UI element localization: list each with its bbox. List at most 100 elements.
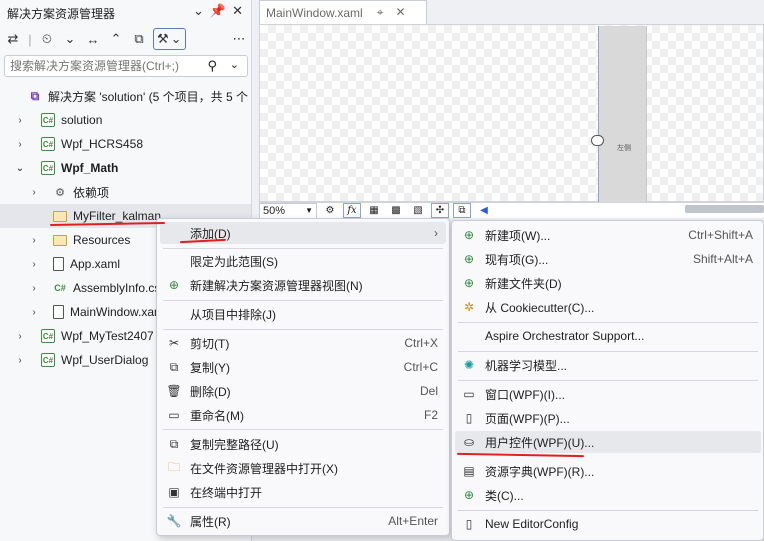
menu-item-open-in-terminal[interactable]: ▣ 在终端中打开 <box>160 481 446 503</box>
search-input[interactable] <box>10 59 200 73</box>
snap-grid-icon[interactable]: ▩ <box>387 203 405 218</box>
expand-icon[interactable]: › <box>13 355 27 366</box>
submenu-item-page-wpf[interactable]: ▯ 页面(WPF)(P)... <box>455 407 761 429</box>
tree-item-solution[interactable]: › C# solution <box>0 108 251 132</box>
expand-icon[interactable]: › <box>27 283 41 294</box>
search-options-icon[interactable]: ⌄ <box>230 58 239 71</box>
open-folder-icon: 🗀 <box>167 459 180 474</box>
link-handle-icon[interactable] <box>591 135 604 146</box>
device-icon[interactable]: ⧉ <box>453 203 471 218</box>
submenu-item-editorconfig[interactable]: ▯ New EditorConfig <box>455 513 761 535</box>
search-icon[interactable]: ⚲ <box>207 58 217 74</box>
pin-icon[interactable]: ⌖ <box>377 5 384 20</box>
scroll-left-icon[interactable]: ◀ <box>475 203 493 218</box>
submenu-item-existing-item[interactable]: ⊕ 现有项(G)... Shift+Alt+A <box>455 248 761 270</box>
expand-icon[interactable]: › <box>27 187 41 198</box>
trash-icon: 🗑 <box>166 384 182 398</box>
menu-item-cut[interactable]: ✂ 剪切(T) Ctrl+X <box>160 332 446 354</box>
collapse-all-icon[interactable]: ⌃ <box>107 31 125 47</box>
tree-item-dependencies[interactable]: › ⚙ 依赖项 <box>0 180 251 204</box>
expand-icon[interactable]: › <box>27 307 41 318</box>
grid-icon[interactable]: ▦ <box>365 203 383 218</box>
history-icon[interactable]: ⏲ <box>38 31 56 47</box>
panel-label: 左侧 <box>617 145 631 152</box>
submenu-item-new-item[interactable]: ⊕ 新建项(W)... Ctrl+Shift+A <box>455 224 761 246</box>
tree-item-solution-root[interactable]: ⧉ 解决方案 'solution' (5 个项目，共 5 个 <box>0 84 251 108</box>
menu-item-scope[interactable]: 限定为此范围(S) <box>160 250 446 272</box>
ml-model-icon: ✺ <box>463 358 475 372</box>
checker-icon[interactable]: ▧ <box>409 203 427 218</box>
solution-icon: ⧉ <box>30 88 40 103</box>
copy-path-icon: ⧉ <box>169 436 179 451</box>
terminal-icon: ▣ <box>168 485 180 499</box>
submenu-item-cookiecutter[interactable]: ✲ 从 Cookiecutter(C)... <box>455 296 761 318</box>
context-menu: 添加(D) › 限定为此范围(S) ⊕ 新建解决方案资源管理器视图(N) 从项目… <box>156 218 450 536</box>
user-control-icon: ⛀ <box>463 435 475 449</box>
folder-icon <box>53 210 67 222</box>
settings-icon[interactable]: ⚙ <box>321 203 339 218</box>
show-all-files-icon[interactable]: ⧉ <box>130 31 148 47</box>
submenu-item-class[interactable]: ⊕ 类(C)... <box>455 484 761 506</box>
menu-item-exclude[interactable]: 从项目中排除(J) <box>160 303 446 325</box>
expand-icon[interactable]: › <box>27 259 41 270</box>
menu-item-copy[interactable]: ⧉ 复制(Y) Ctrl+C <box>160 356 446 378</box>
submenu-item-resource-dictionary[interactable]: ▤ 资源字典(WPF)(R)... <box>455 460 761 482</box>
properties-filter-button[interactable]: ⚒ ⌄ <box>153 28 186 50</box>
resource-dictionary-icon: ▤ <box>463 464 475 478</box>
collapse-icon[interactable]: ⌄ <box>13 163 27 174</box>
window-icon: ▭ <box>463 387 475 401</box>
csharp-project-icon: C# <box>41 137 55 151</box>
switch-views-icon[interactable]: ⇄ <box>4 31 22 47</box>
search-box[interactable]: ⚲ ⌄ <box>4 55 248 77</box>
submenu-item-new-folder[interactable]: ⊕ 新建文件夹(D) <box>455 272 761 294</box>
solution-explorer-toolbar: ⇄ | ⏲ ⌄ ↔ ⌃ ⧉ ⚒ ⌄ ⋯ <box>4 27 248 51</box>
design-canvas[interactable]: 左侧 <box>259 24 764 202</box>
submenu-arrow-icon: › <box>434 226 438 240</box>
menu-item-delete[interactable]: 🗑 删除(D) Del <box>160 380 446 402</box>
fx-button[interactable]: fx <box>343 203 361 218</box>
expand-icon[interactable]: › <box>13 115 27 126</box>
wrench-filter-icon: ⚒ <box>157 31 169 46</box>
pin-icon[interactable]: 📌 <box>210 3 226 19</box>
menu-item-new-view[interactable]: ⊕ 新建解决方案资源管理器视图(N) <box>160 274 446 296</box>
more-options-icon[interactable]: ⋯ <box>230 31 248 47</box>
copy-icon: ⧉ <box>169 359 179 374</box>
submenu-item-window-wpf[interactable]: ▭ 窗口(WPF)(I)... <box>455 383 761 405</box>
menu-item-open-in-explorer[interactable]: 🗀 在文件资源管理器中打开(X) <box>160 457 446 479</box>
sync-icon[interactable]: ↔ <box>84 32 102 47</box>
close-icon[interactable]: ✕ <box>232 3 243 19</box>
close-icon[interactable]: ✕ <box>395 5 405 20</box>
new-view-icon: ⊕ <box>168 278 180 292</box>
panel-title: 解决方案资源管理器 <box>7 7 116 21</box>
chevron-down-icon[interactable]: ⌄ <box>61 31 79 47</box>
expand-icon[interactable]: › <box>13 331 27 342</box>
menu-item-copy-full-path[interactable]: ⧉ 复制完整路径(U) <box>160 433 446 455</box>
tree-item-wpf-math[interactable]: ⌄ C# Wpf_Math <box>0 156 251 180</box>
menu-item-properties[interactable]: 🔧 属性(R) Alt+Enter <box>160 510 446 532</box>
existing-item-icon: ⊕ <box>463 252 475 266</box>
zoom-select[interactable]: 50% ▼ <box>259 202 317 219</box>
chevron-down-icon: ▼ <box>305 206 313 215</box>
csharp-project-icon: C# <box>41 353 55 367</box>
snap-lines-icon[interactable]: ✣ <box>431 203 449 218</box>
expand-icon[interactable]: › <box>13 139 27 150</box>
expand-icon[interactable]: › <box>27 235 41 246</box>
tree-item-wpf-hcrs458[interactable]: › C# Wpf_HCRS458 <box>0 132 251 156</box>
csharp-project-icon: C# <box>41 113 55 127</box>
csharp-file-icon: C# <box>54 283 66 293</box>
submenu-item-ml-model[interactable]: ✺ 机器学习模型... <box>455 354 761 376</box>
dropdown-icon[interactable]: ⌄ <box>193 3 204 19</box>
submenu-item-user-control-wpf[interactable]: ⛀ 用户控件(WPF)(U)... <box>455 431 761 453</box>
horizontal-scrollbar[interactable] <box>685 205 764 213</box>
design-panel[interactable] <box>598 26 646 202</box>
menu-item-rename[interactable]: ▭ 重命名(M) F2 <box>160 404 446 426</box>
tab-mainwindow-xaml[interactable]: MainWindow.xaml ⌖ ✕ <box>259 0 427 24</box>
csharp-project-icon: C# <box>41 329 55 343</box>
wrench-icon: 🔧 <box>166 514 182 528</box>
submenu-item-aspire[interactable]: Aspire Orchestrator Support... <box>455 325 761 347</box>
new-folder-icon: ⊕ <box>463 276 475 290</box>
add-submenu: ⊕ 新建项(W)... Ctrl+Shift+A ⊕ 现有项(G)... Shi… <box>451 220 764 541</box>
new-item-icon: ⊕ <box>463 228 475 242</box>
folder-icon <box>53 234 67 246</box>
class-icon: ⊕ <box>463 488 475 502</box>
